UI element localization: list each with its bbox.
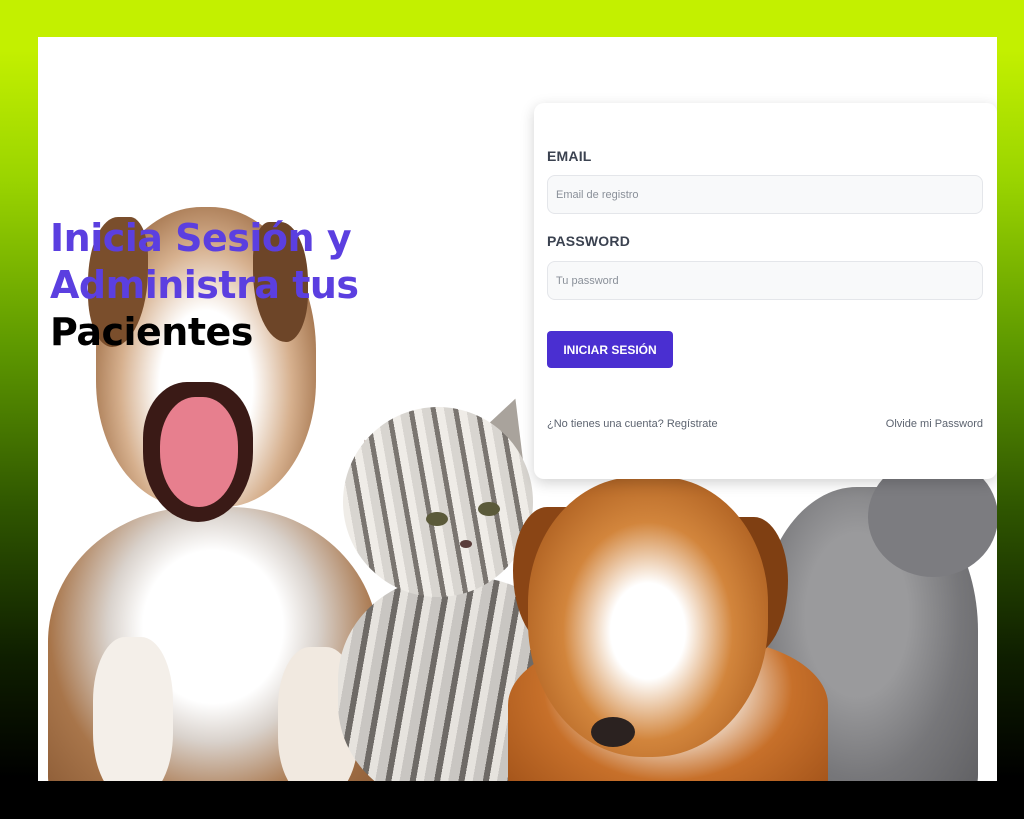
tabby-kitten-eye bbox=[478, 502, 500, 516]
password-field[interactable] bbox=[547, 261, 983, 300]
brown-puppy-nose bbox=[591, 717, 635, 747]
puppy-yawning-leg bbox=[93, 637, 173, 781]
login-button[interactable]: INICIAR SESIÓN bbox=[547, 331, 673, 368]
page-headline: Inicia Sesión y Administra tus Pacientes bbox=[50, 215, 470, 356]
login-form: EMAIL PASSWORD INICIAR SESIÓN ¿No tienes… bbox=[534, 103, 997, 479]
tabby-kitten-head bbox=[343, 407, 533, 597]
forgot-password-link[interactable]: Olvide mi Password bbox=[886, 418, 983, 430]
headline-line-1: Inicia Sesión y bbox=[50, 216, 352, 260]
email-field[interactable] bbox=[547, 175, 983, 214]
login-page: Inicia Sesión y Administra tus Pacientes… bbox=[38, 37, 997, 781]
brown-puppy-head bbox=[528, 477, 768, 757]
tabby-kitten-eye bbox=[426, 512, 448, 526]
puppy-yawning-tongue bbox=[160, 397, 238, 507]
headline-line-3: Pacientes bbox=[50, 310, 253, 354]
tabby-kitten-nose bbox=[460, 540, 472, 548]
password-label: PASSWORD bbox=[547, 233, 631, 249]
bottom-frame-bar bbox=[0, 781, 1024, 819]
email-label: EMAIL bbox=[547, 148, 592, 164]
register-link[interactable]: ¿No tienes una cuenta? Regístrate bbox=[547, 418, 718, 430]
headline-line-2: Administra tus bbox=[50, 263, 359, 307]
